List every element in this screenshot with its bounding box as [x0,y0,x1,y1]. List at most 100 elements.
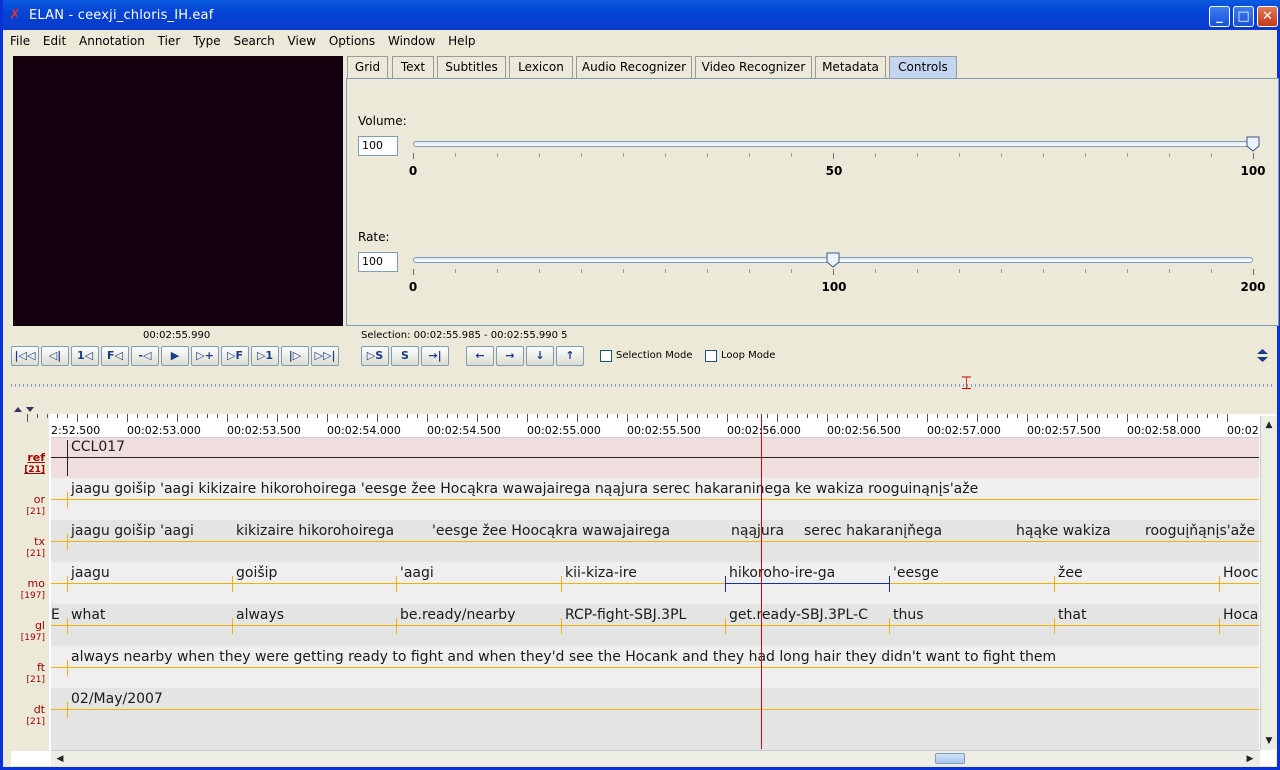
resize-handle-icon[interactable] [1256,349,1269,362]
horizontal-scrollbar[interactable]: ◀ ▶ [51,750,1260,766]
annotation-gl[interactable]: Hoca [1223,607,1259,623]
tier-label-tx[interactable]: tx [21] [27,536,45,560]
annotation-tx[interactable]: nąąjura [731,523,784,539]
selection-mode-label: Selection Mode [616,350,693,361]
annotation-gl[interactable]: RCP-fight-SBJ.3PL [565,607,686,623]
menu-help[interactable]: Help [448,30,475,52]
next-frame-button[interactable]: ▷F [221,346,249,366]
ruler-tick [1147,414,1148,418]
play-button[interactable]: ▶ [161,346,189,366]
annotation-right-button[interactable]: → [496,346,524,366]
tab-audio-recognizer[interactable]: Audio Recognizer [576,56,692,78]
annotation-tx[interactable]: hąąke wakiza [1016,523,1111,539]
tier-row-ref[interactable] [51,438,1259,478]
selection-to-end-button[interactable]: →| [421,346,449,366]
tab-lexicon[interactable]: Lexicon [509,56,573,78]
next-pixel-button[interactable]: ▷+ [191,346,219,366]
scroll-up-icon[interactable]: ▲ [1262,418,1276,432]
tier-label-dt[interactable]: dt [21] [27,704,45,728]
next-scrollview-button[interactable]: |▷ [281,346,309,366]
close-icon[interactable]: ✕ [1257,6,1278,27]
annotation-mo[interactable]: kii-kiza-ire [565,565,637,581]
annotation-mo[interactable]: Hoocąk [1223,565,1259,581]
tab-subtitles[interactable]: Subtitles [437,56,506,78]
tier-label-gl[interactable]: gl [197] [21,620,45,644]
video-viewer[interactable] [13,56,343,326]
tab-metadata[interactable]: Metadata [815,56,886,78]
previous-pixel-button[interactable]: -◁ [131,346,159,366]
tier-label-ref[interactable]: ref [21] [24,452,45,476]
annotation-gl[interactable]: what [71,607,105,623]
annotation-gl[interactable]: always [236,607,284,623]
tier-label-ft[interactable]: ft [21] [27,662,45,686]
annotation-boundary [67,534,68,550]
selection-mode-checkbox[interactable] [600,350,612,362]
vertical-scrollbar[interactable]: ▲ ▼ [1260,416,1276,750]
tier-up-button[interactable]: ↑ [556,346,584,366]
volume-slider-thumb[interactable] [1246,136,1260,152]
menu-tier[interactable]: Tier [158,30,181,52]
annotation-ft[interactable]: always nearby when they were getting rea… [71,649,1056,665]
horizontal-scroll-thumb[interactable] [935,753,965,764]
clear-selection-button[interactable]: S [391,346,419,366]
annotation-gl[interactable]: E [51,607,60,623]
annotation-mo[interactable]: 'eesge [893,565,939,581]
annotation-tx[interactable]: jaagu goišip 'aagi [71,523,194,539]
play-selection-button[interactable]: ▷S [361,346,389,366]
annotation-gl[interactable]: that [1058,607,1086,623]
tab-controls[interactable]: Controls [889,56,957,78]
previous-second-button[interactable]: 1◁ [71,346,99,366]
annotation-tx[interactable]: serec hakaranįňega [804,523,942,539]
maximize-icon[interactable]: □ [1233,6,1254,27]
annotation-mo[interactable]: 'aagi [400,565,434,581]
annotation-ref[interactable]: CCL017 [71,439,125,455]
annotation-tx[interactable]: 'eesge žee Hoocąkra wawajairega [432,523,670,539]
annotation-mo-selected[interactable]: hikoroho-ire-ga [729,565,835,581]
scroll-right-icon[interactable]: ▶ [1243,752,1257,766]
scroll-down-icon[interactable]: ▼ [1262,734,1276,748]
rate-input[interactable]: 100 [358,252,398,272]
menu-annotation[interactable]: Annotation [79,30,145,52]
tier-row-dt[interactable] [51,688,1259,750]
menu-search[interactable]: Search [233,30,274,52]
annotation-left-button[interactable]: ← [466,346,494,366]
annotation-or[interactable]: jaagu goišip 'aagi kikizaire hikorohoire… [71,481,978,497]
menu-type[interactable]: Type [193,30,221,52]
next-second-button[interactable]: ▷1 [251,346,279,366]
annotation-mo[interactable]: jaagu [71,565,110,581]
rate-slider-thumb[interactable] [826,252,840,268]
annotation-dt[interactable]: 02/May/2007 [71,691,163,707]
menu-file[interactable]: File [10,30,30,52]
minimize-icon[interactable]: _ [1209,6,1230,27]
tab-text[interactable]: Text [392,56,434,78]
tier-down-button[interactable]: ↓ [526,346,554,366]
annotation-mo[interactable]: žee [1058,565,1083,581]
ruler-tick [587,414,588,418]
tier-label-mo[interactable]: mo [197] [21,578,45,602]
annotation-gl[interactable]: get.ready-SBJ.3PL-C [729,607,868,623]
tier-line [51,709,1259,710]
time-ruler[interactable]: 2:52.500 00:02:53.000 00:02:53.500 00:02… [27,414,1259,438]
go-to-end-button[interactable]: ▷▷| [311,346,339,366]
annotation-mo[interactable]: goišip [236,565,277,581]
annotation-gl[interactable]: be.ready/nearby [400,607,515,623]
previous-frame-button[interactable]: F◁ [101,346,129,366]
tab-video-recognizer[interactable]: Video Recognizer [695,56,812,78]
menu-window[interactable]: Window [388,30,435,52]
go-to-begin-button[interactable]: |◁◁ [11,346,39,366]
tier-label-or[interactable]: or [21] [27,494,45,518]
tab-grid[interactable]: Grid [347,56,388,78]
volume-slider-track[interactable] [413,141,1253,147]
annotation-gl[interactable]: thus [893,607,924,623]
annotation-tx[interactable]: rooguįňąnįs'aže [1145,523,1255,539]
menu-options[interactable]: Options [329,30,375,52]
previous-scrollview-button[interactable]: ◁| [41,346,69,366]
loop-mode-checkbox[interactable] [705,350,717,362]
menu-view[interactable]: View [288,30,316,52]
timeline-overview[interactable] [11,378,1275,392]
collapse-arrows-icon[interactable] [13,405,35,413]
menu-edit[interactable]: Edit [43,30,66,52]
scroll-left-icon[interactable]: ◀ [53,752,67,766]
volume-input[interactable]: 100 [358,136,398,156]
annotation-tx[interactable]: kikizaire hikorohoirega [236,523,394,539]
